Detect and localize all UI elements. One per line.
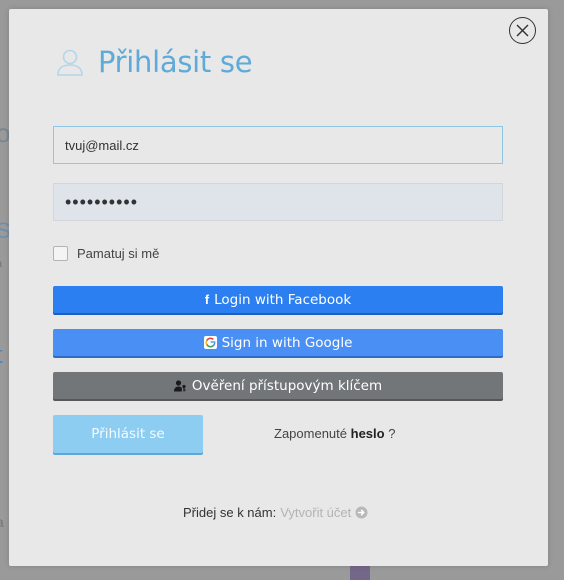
remember-me[interactable]: Pamatuj si mě	[53, 245, 159, 262]
background-text-fragment: t	[0, 342, 3, 370]
user-icon	[57, 49, 83, 76]
email-input[interactable]	[53, 126, 503, 164]
facebook-icon: f	[204, 292, 210, 307]
remember-me-checkbox[interactable]	[53, 246, 68, 261]
background-text-fragment: a	[0, 514, 4, 530]
remember-me-label: Pamatuj si mě	[77, 246, 160, 261]
password-input[interactable]	[53, 183, 503, 221]
login-modal: Přihlásit se Pamatuj si mě f Login with …	[9, 9, 548, 566]
background-thumbnail	[350, 566, 370, 580]
forgot-password-link[interactable]: heslo	[351, 426, 385, 441]
arrow-right-circle-icon[interactable]	[355, 506, 368, 519]
google-login-button[interactable]: Sign in with Google	[53, 329, 503, 356]
passkey-login-button[interactable]: Ověření přístupovým klíčem	[53, 372, 503, 399]
close-icon	[516, 24, 529, 37]
signup-prompt: Přidej se k nám: Vytvořit účet	[183, 505, 368, 520]
close-button[interactable]	[509, 17, 536, 44]
background-text-fragment: a	[0, 258, 2, 270]
login-submit-button[interactable]: Přihlásit se	[53, 415, 203, 453]
google-icon	[203, 336, 217, 349]
forgot-password-prefix: Zapomenuté	[274, 426, 347, 441]
create-account-link[interactable]: Vytvořit účet	[280, 505, 351, 520]
passkey-login-label: Ověření přístupovým klíčem	[191, 377, 383, 394]
modal-title: Přihlásit se	[98, 45, 253, 79]
signup-prompt-text: Přidej se k nám:	[183, 505, 277, 520]
facebook-login-button[interactable]: f Login with Facebook	[53, 286, 503, 313]
modal-header: Přihlásit se	[55, 45, 253, 79]
user-key-icon	[173, 379, 187, 392]
facebook-login-label: Login with Facebook	[214, 291, 352, 308]
forgot-password-suffix: ?	[388, 426, 396, 441]
forgot-password: Zapomenuté heslo ?	[274, 426, 395, 441]
google-login-label: Sign in with Google	[221, 334, 353, 351]
